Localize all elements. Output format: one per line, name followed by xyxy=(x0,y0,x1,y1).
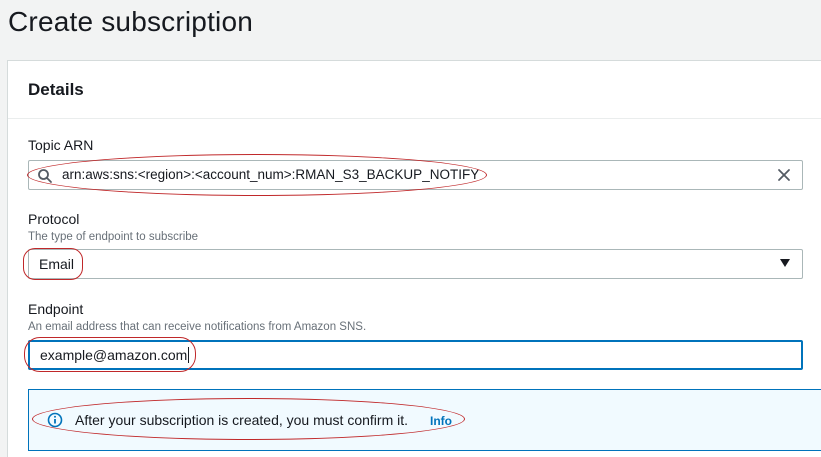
info-link[interactable]: Info xyxy=(430,414,452,428)
alert-message: After your subscription is created, you … xyxy=(75,412,409,428)
endpoint-label: Endpoint xyxy=(28,301,84,317)
info-icon xyxy=(47,412,63,428)
protocol-selected-value: Email xyxy=(39,256,75,272)
search-icon xyxy=(38,169,52,183)
panel-heading: Details xyxy=(8,61,821,119)
protocol-description: The type of endpoint to subscribe xyxy=(28,231,199,243)
endpoint-input[interactable]: example@amazon.com xyxy=(28,340,803,370)
page-title: Create subscription xyxy=(8,6,254,37)
protocol-label: Protocol xyxy=(28,211,80,227)
topic-arn-field[interactable]: arn:aws:sns:<region>:<account_num>:RMAN_… xyxy=(28,160,803,190)
endpoint-value: example@amazon.com xyxy=(40,347,188,363)
text-cursor xyxy=(188,347,190,363)
close-icon[interactable] xyxy=(776,167,792,183)
topic-arn-label: Topic ARN xyxy=(28,137,94,153)
caret-down-icon xyxy=(780,259,790,267)
topic-arn-value: arn:aws:sns:<region>:<account_num>:RMAN_… xyxy=(62,167,480,182)
protocol-select[interactable]: Email xyxy=(28,249,803,279)
endpoint-description: An email address that can receive notifi… xyxy=(28,321,367,333)
info-alert: After your subscription is created, you … xyxy=(28,389,821,451)
details-panel: Details Topic ARN arn:aws:sns:<region>:<… xyxy=(7,60,821,457)
